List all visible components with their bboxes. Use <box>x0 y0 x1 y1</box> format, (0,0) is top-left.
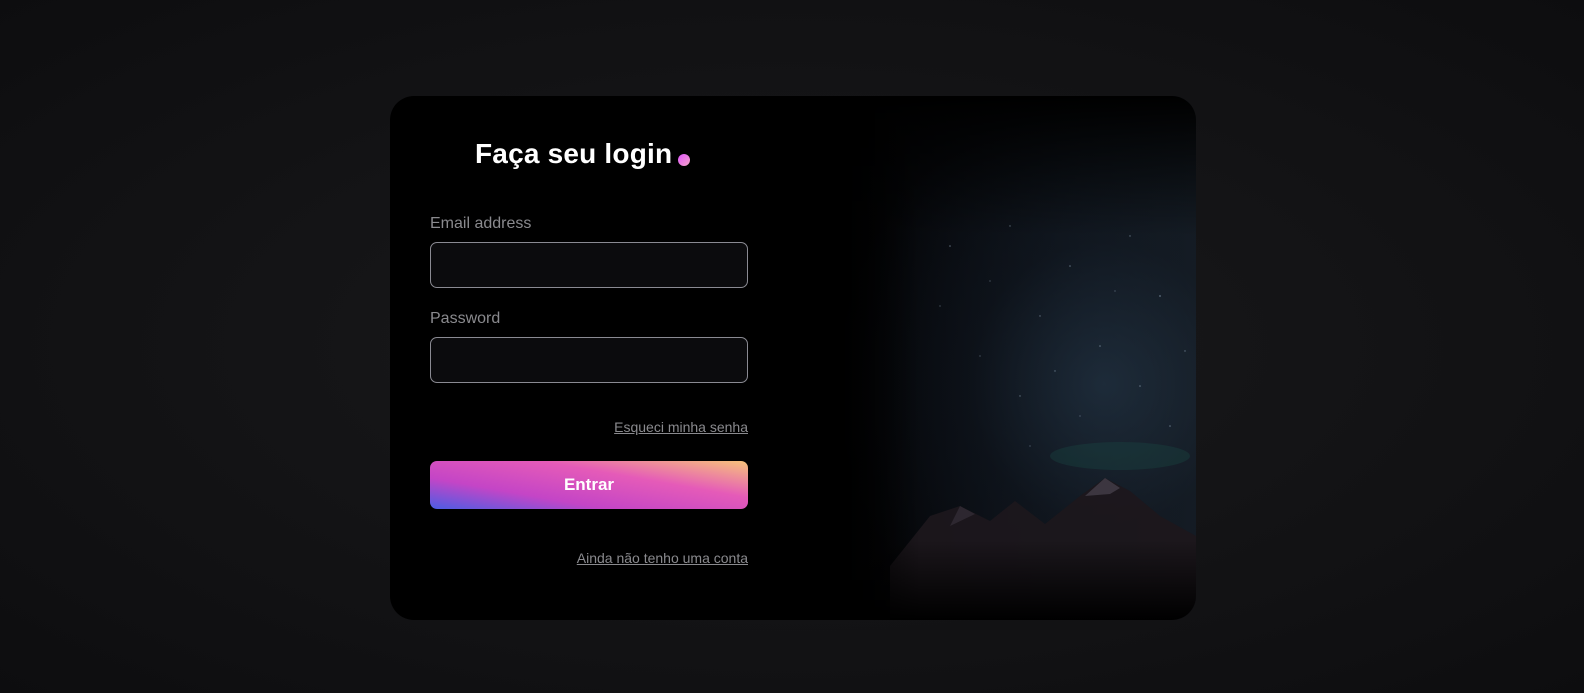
login-button[interactable]: Entrar <box>430 461 748 509</box>
forgot-password-link[interactable]: Esqueci minha senha <box>614 418 748 436</box>
page-title: Faça seu login <box>475 138 673 169</box>
title-row: Faça seu login <box>475 134 691 174</box>
password-label: Password <box>430 310 501 327</box>
signup-link[interactable]: Ainda não tenho uma conta <box>577 549 748 567</box>
login-form: Faça seu login Email address Password Es… <box>390 96 820 620</box>
night-sky-mountains-image <box>830 96 1196 620</box>
email-label: Email address <box>430 215 532 232</box>
gradient-dot-icon <box>678 154 691 166</box>
email-field[interactable] <box>430 242 748 288</box>
login-card: Faça seu login Email address Password Es… <box>390 96 1196 620</box>
password-field[interactable] <box>430 337 748 383</box>
